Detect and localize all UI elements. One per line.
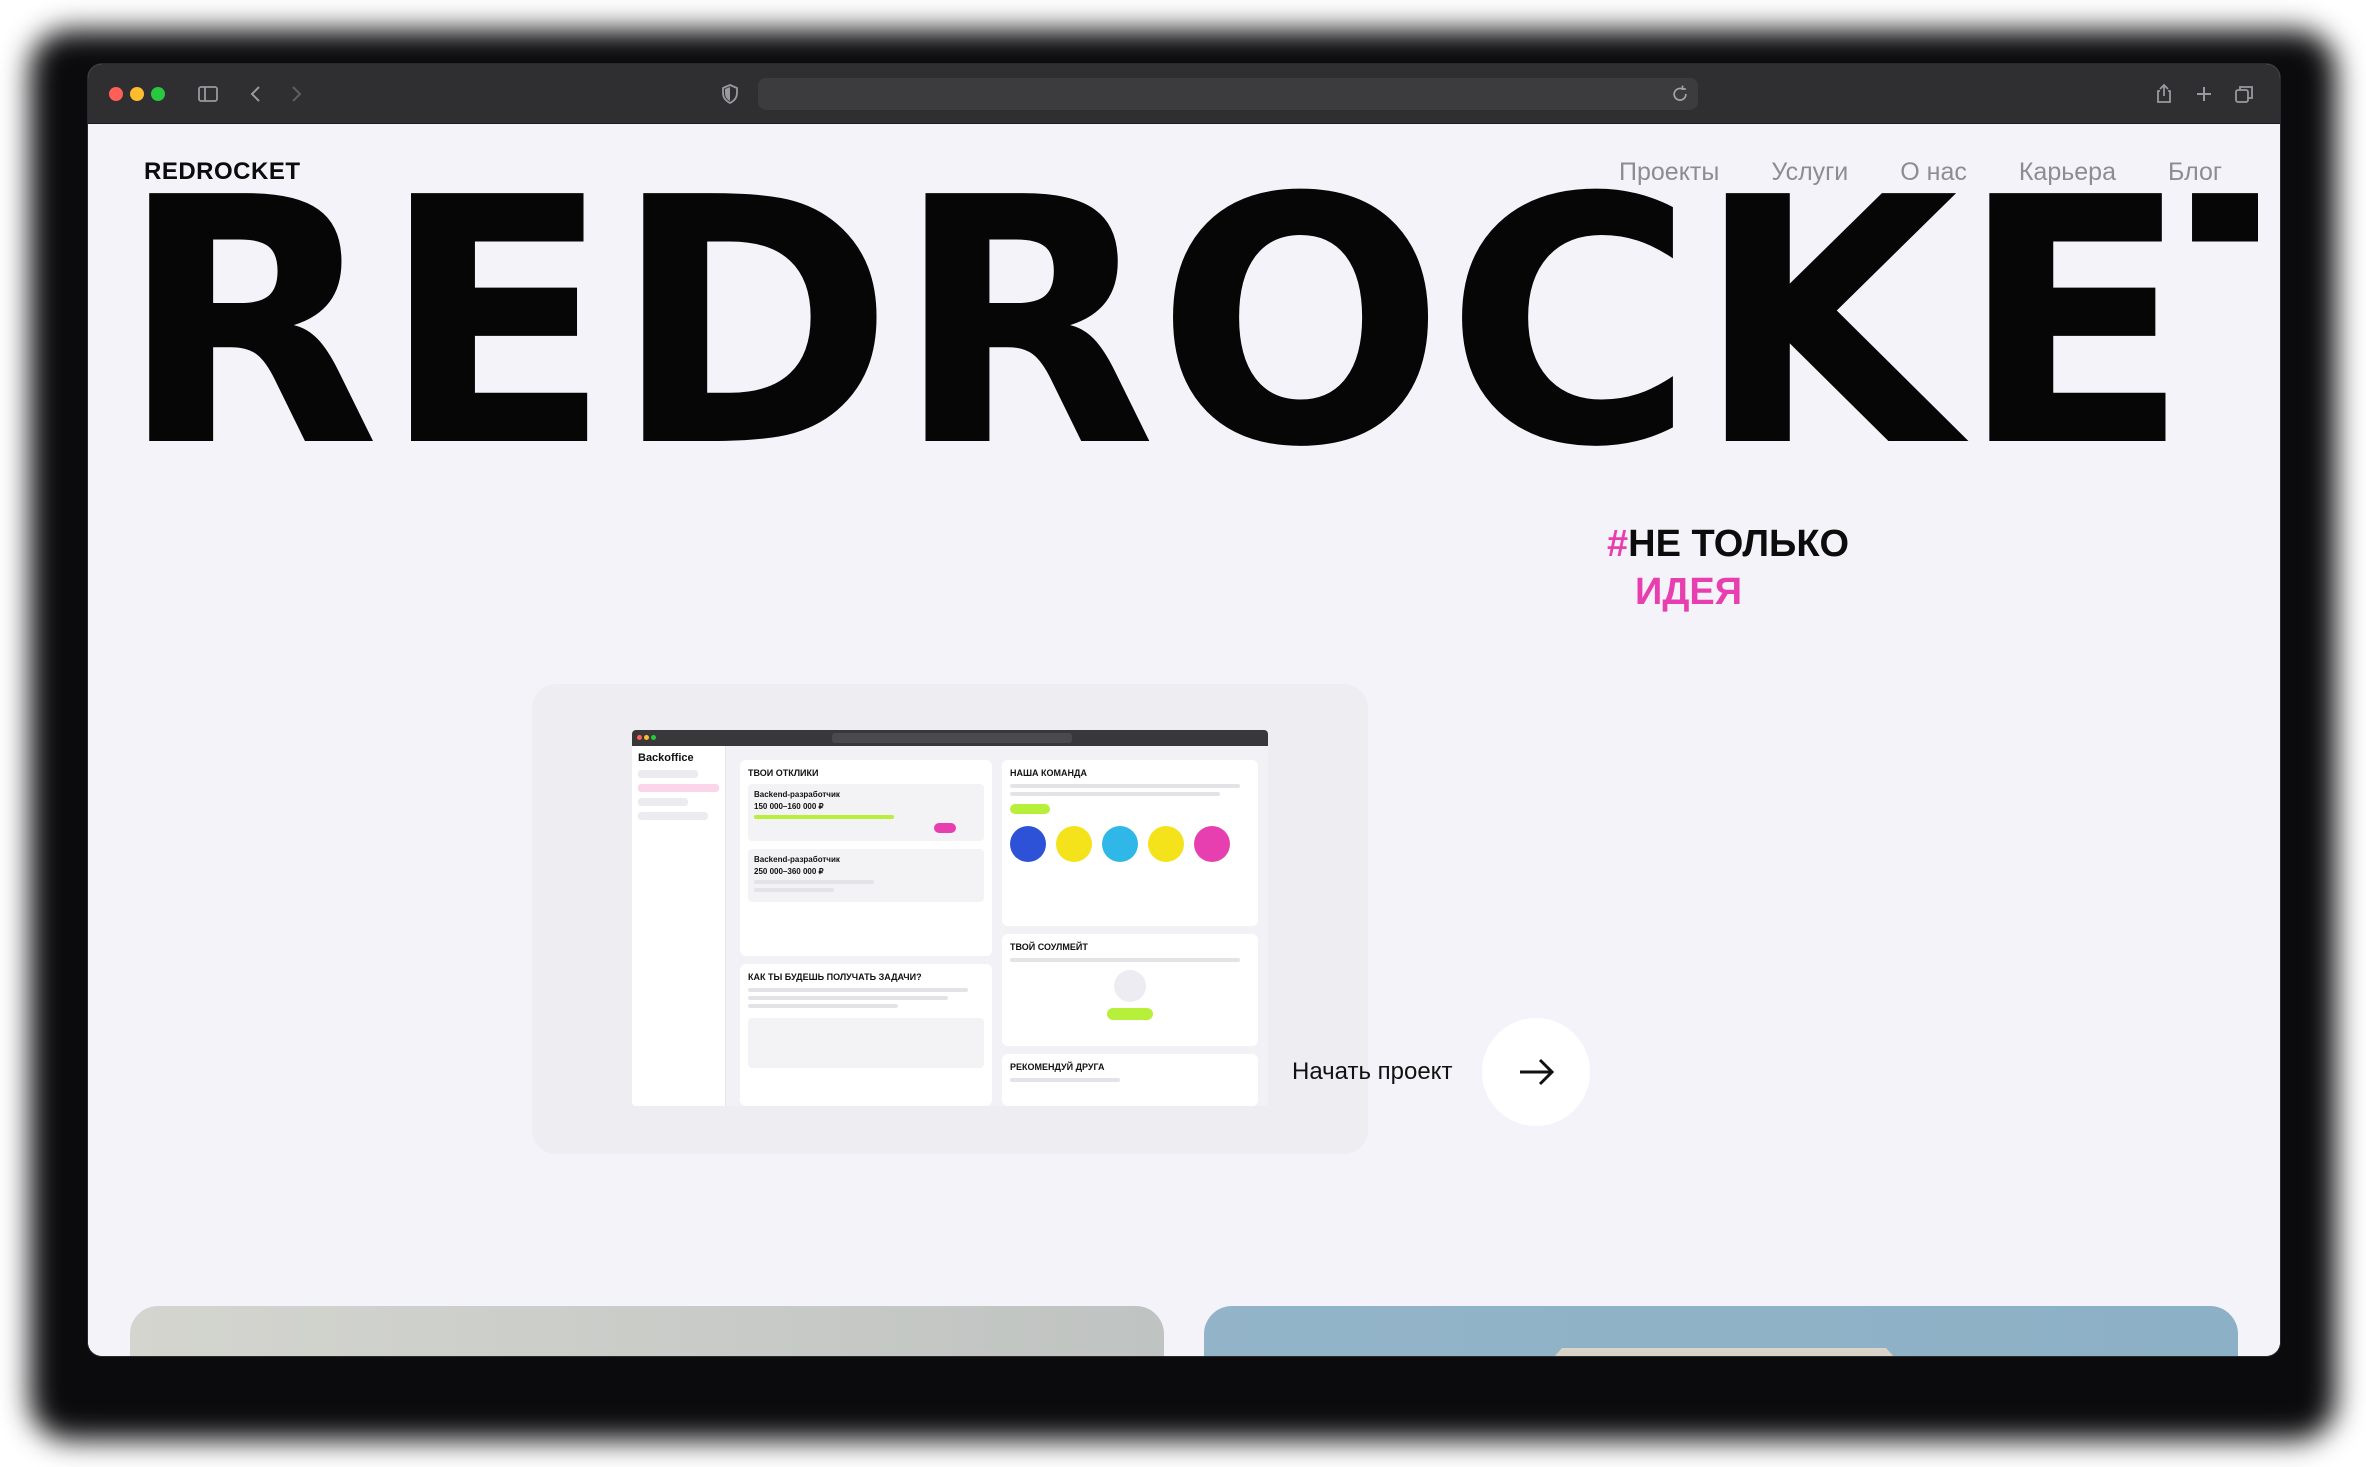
tagline-line-1: НЕ ТОЛЬКО [1628, 523, 1850, 565]
project-card-image [1454, 1348, 1994, 1356]
hero-tagline: #НЕ ТОЛЬКО ИДЕЯ [1607, 520, 1849, 616]
mock-panel-recommend: РЕКОМЕНДУЙ ДРУГА [1002, 1054, 1258, 1106]
mock-panel-title: РЕКОМЕНДУЙ ДРУГА [1010, 1062, 1105, 1072]
mock-job-salary: 250 000–360 000 ₽ [754, 867, 824, 876]
mock-sidebar: Backoffice [632, 746, 726, 1106]
mock-panel-soulmate: ТВОЙ СОУЛМЕЙТ [1002, 934, 1258, 1046]
project-card-2[interactable] [1204, 1306, 2238, 1356]
project-card-1[interactable] [130, 1306, 1164, 1356]
mock-job-title: Backend-разработчик [754, 790, 840, 799]
mock-panel-title: ТВОИ ОТКЛИКИ [748, 768, 819, 778]
browser-window: REDROCKET Проекты Услуги О нас Карьера Б… [88, 64, 2280, 1356]
browser-toolbar [88, 64, 2280, 124]
shield-icon[interactable] [718, 82, 742, 106]
maximize-window-button[interactable] [151, 87, 165, 101]
tagline-hash: # [1607, 523, 1629, 565]
sidebar-icon[interactable] [196, 82, 220, 106]
mock-toolbar [632, 730, 1268, 746]
mock-job-salary: 150 000–160 000 ₽ [754, 802, 824, 811]
close-window-button[interactable] [109, 87, 123, 101]
tabs-icon[interactable] [2232, 82, 2256, 106]
chevron-right-icon[interactable] [284, 82, 308, 106]
minimize-window-button[interactable] [130, 87, 144, 101]
start-project-button[interactable] [1482, 1018, 1591, 1126]
page: REDROCKET Проекты Услуги О нас Карьера Б… [88, 124, 2280, 1356]
mock-panel-title: ТВОЙ СОУЛМЕЙТ [1010, 942, 1088, 952]
mock-panel-title: НАША КОМАНДА [1010, 768, 1087, 778]
reload-icon[interactable] [1670, 84, 1690, 104]
showcase-screenshot: Backoffice ТВОИ ОТКЛИКИ Backend-разработ… [632, 730, 1268, 1106]
mock-panel-responses: ТВОИ ОТКЛИКИ Backend-разработчик 150 000… [740, 760, 992, 956]
plus-icon[interactable] [2192, 82, 2216, 106]
address-bar[interactable] [758, 78, 1698, 110]
chevron-left-icon[interactable] [244, 82, 268, 106]
start-project-cta[interactable]: Начать проект [1292, 1018, 1591, 1126]
share-icon[interactable] [2152, 82, 2176, 106]
mock-panel-title: КАК ТЫ БУДЕШЬ ПОЛУЧАТЬ ЗАДАЧИ? [748, 972, 922, 982]
arrow-right-icon [1520, 1058, 1555, 1086]
mock-panel-tasks: КАК ТЫ БУДЕШЬ ПОЛУЧАТЬ ЗАДАЧИ? [740, 964, 992, 1106]
hero-title: REDROCKET [118, 174, 2258, 474]
mock-panel-team: НАША КОМАНДА [1002, 760, 1258, 926]
tagline-line-2: ИДЕЯ [1635, 571, 1743, 613]
mock-brand: Backoffice [638, 752, 694, 764]
mock-job-title: Backend-разработчик [754, 855, 840, 864]
start-project-label[interactable]: Начать проект [1292, 1058, 1452, 1086]
showcase-card[interactable]: Backoffice ТВОИ ОТКЛИКИ Backend-разработ… [532, 684, 1368, 1154]
